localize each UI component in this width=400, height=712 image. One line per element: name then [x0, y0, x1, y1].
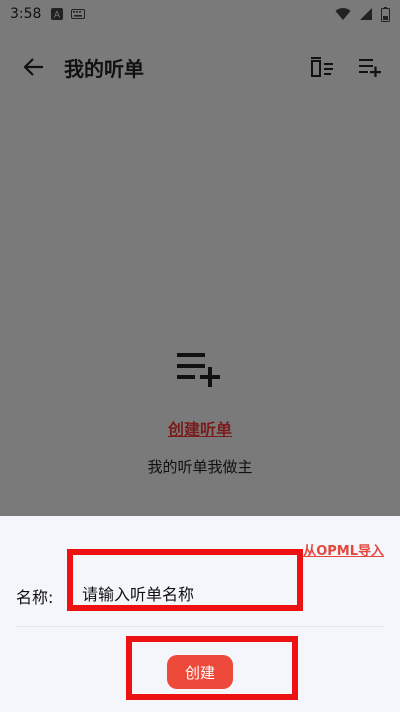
navigation-bar	[0, 706, 400, 712]
name-label: 名称:	[16, 588, 54, 607]
back-button[interactable]	[14, 47, 54, 87]
keyboard-icon	[71, 9, 86, 19]
trash-list-icon	[311, 57, 333, 77]
highlight-box-name-input	[67, 549, 303, 611]
create-list-link[interactable]: 创建听单	[168, 416, 232, 440]
signal-icon	[360, 8, 372, 20]
status-icons	[335, 6, 390, 22]
status-bar: 3:58 A	[0, 0, 400, 28]
app-bar-actions	[306, 51, 386, 83]
empty-state-slogan: 我的听单我做主	[147, 458, 253, 476]
highlight-box-create-button	[126, 636, 298, 700]
app-bar: 我的听单	[0, 44, 400, 90]
notification-a-icon: A	[51, 8, 64, 21]
wifi-icon	[335, 8, 351, 20]
empty-state: 创建听单 我的听单我做主	[0, 350, 400, 477]
arrow-left-icon	[24, 58, 43, 76]
batch-delete-button[interactable]	[306, 51, 338, 83]
add-list-button[interactable]	[354, 51, 386, 83]
playlist-add-icon	[177, 353, 220, 387]
battery-icon	[381, 6, 390, 22]
svg-text:A: A	[54, 11, 61, 21]
divider	[16, 626, 384, 627]
import-opml-link[interactable]: 从OPML导入	[303, 540, 384, 559]
playlist-add-icon	[359, 59, 381, 77]
status-time: 3:58	[10, 6, 42, 22]
page-title: 我的听单	[64, 56, 144, 81]
